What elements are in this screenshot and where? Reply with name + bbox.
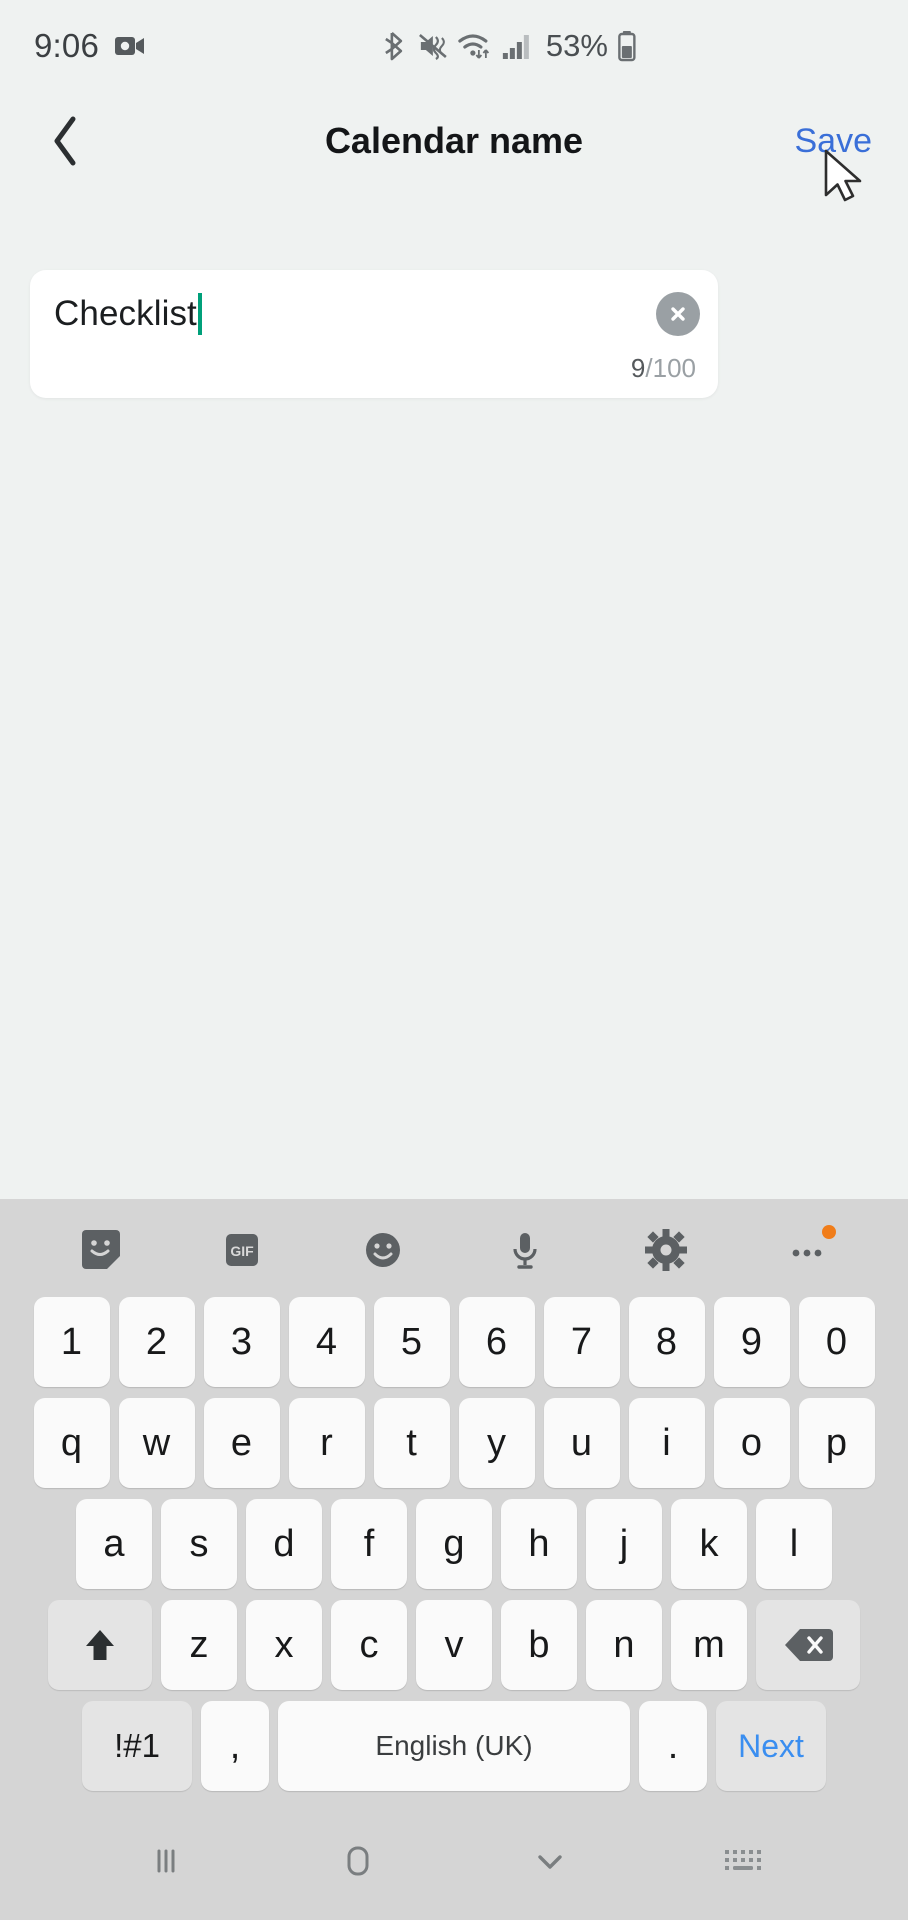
next-key[interactable]: Next [716,1701,826,1791]
wifi-icon [457,31,493,61]
more-options-icon[interactable] [772,1215,842,1285]
video-recorder-icon [115,34,145,58]
save-button[interactable]: Save [793,116,875,167]
key-h[interactable]: h [501,1499,577,1589]
clear-text-button[interactable] [656,292,700,336]
counter-current: 9 [630,353,646,383]
keyboard-row-home: a s d f g h j k l [0,1499,908,1589]
phone-screen: 9:06 53% Calendar name Save Checklist 9/… [0,0,908,1920]
key-g[interactable]: g [416,1499,492,1589]
key-p[interactable]: p [798,1398,875,1488]
keyboard-row-bottom-letters: z x c v b n m [0,1600,908,1690]
battery-percent-label: 53% [545,28,608,63]
key-m[interactable]: m [671,1600,747,1690]
back-button[interactable] [34,109,98,173]
key-q[interactable]: q [33,1398,110,1488]
key-l[interactable]: l [756,1499,832,1589]
status-bar-left: 9:06 [34,27,145,65]
gif-icon[interactable]: GIF [207,1215,277,1285]
content-area: Checklist 9/100 [0,190,908,1199]
period-key[interactable]: . [639,1701,707,1791]
key-5[interactable]: 5 [373,1297,450,1387]
key-n[interactable]: n [586,1600,662,1690]
keyboard-toggle-button[interactable] [702,1821,782,1901]
microphone-icon[interactable] [490,1215,560,1285]
comma-key[interactable]: , [201,1701,269,1791]
key-b[interactable]: b [501,1600,577,1690]
character-counter: 9/100 [631,353,696,384]
clear-text-icon [671,307,685,321]
key-d[interactable]: d [246,1499,322,1589]
key-r[interactable]: r [288,1398,365,1488]
backspace-icon [785,1629,833,1661]
recent-apps-icon [157,1849,175,1873]
shift-key[interactable] [48,1600,152,1690]
bluetooth-icon [383,30,409,62]
svg-text:GIF: GIF [230,1243,254,1259]
key-e[interactable]: e [203,1398,280,1488]
backspace-key[interactable] [756,1600,860,1690]
space-key[interactable]: English (UK) [278,1701,630,1791]
status-bar: 9:06 53% [0,0,908,92]
home-icon [347,1846,369,1876]
key-o[interactable]: o [713,1398,790,1488]
key-t[interactable]: t [373,1398,450,1488]
on-screen-keyboard: GIF 1 2 3 4 5 6 7 8 9 0 q w e r t y u i … [0,1199,908,1802]
keyboard-settings-icon[interactable] [631,1215,701,1285]
key-3[interactable]: 3 [203,1297,280,1387]
mute-vibrate-icon [418,31,448,61]
app-bar: Calendar name Save [0,92,908,190]
keyboard-toolbar: GIF [0,1203,908,1297]
key-u[interactable]: u [543,1398,620,1488]
page-title: Calendar name [324,120,584,161]
calendar-name-input[interactable]: Checklist [54,294,197,334]
key-v[interactable]: v [416,1600,492,1690]
key-1[interactable]: 1 [33,1297,110,1387]
keyboard-row-numbers: 1 2 3 4 5 6 7 8 9 0 [0,1297,908,1387]
text-caret [197,293,202,335]
key-7[interactable]: 7 [543,1297,620,1387]
key-f[interactable]: f [331,1499,407,1589]
key-a[interactable]: a [76,1499,152,1589]
key-4[interactable]: 4 [288,1297,365,1387]
counter-total: /100 [645,353,696,383]
key-2[interactable]: 2 [118,1297,195,1387]
sticker-icon[interactable] [66,1215,136,1285]
dismiss-keyboard-button[interactable] [510,1821,590,1901]
key-c[interactable]: c [331,1600,407,1690]
key-k[interactable]: k [671,1499,747,1589]
keyboard-row-top: q w e r t y u i o p [0,1398,908,1488]
key-8[interactable]: 8 [628,1297,705,1387]
home-button[interactable] [318,1821,398,1901]
symbols-key[interactable]: !#1 [82,1701,192,1791]
cellular-signal-icon [502,32,532,60]
keyboard-row-function: !#1 , English (UK) . Next [0,1701,908,1791]
key-x[interactable]: x [246,1600,322,1690]
key-9[interactable]: 9 [713,1297,790,1387]
field-row: Checklist [54,292,700,336]
key-w[interactable]: w [118,1398,195,1488]
key-z[interactable]: z [161,1600,237,1690]
status-bar-right: 53% [383,28,637,64]
key-i[interactable]: i [628,1398,705,1488]
key-0[interactable]: 0 [798,1297,875,1387]
notification-dot [822,1225,837,1239]
status-clock: 9:06 [34,27,100,64]
battery-icon [617,30,637,62]
dismiss-keyboard-chevron-icon [538,1855,562,1869]
emoji-icon[interactable] [348,1215,418,1285]
shift-arrow-icon [86,1630,114,1660]
system-nav-bar [0,1802,908,1920]
key-6[interactable]: 6 [458,1297,535,1387]
key-y[interactable]: y [458,1398,535,1488]
key-j[interactable]: j [586,1499,662,1589]
calendar-name-field-card[interactable]: Checklist 9/100 [30,270,718,398]
back-chevron-icon [54,116,76,166]
recent-apps-button[interactable] [126,1821,206,1901]
keyboard-toggle-icon [725,1850,761,1870]
key-s[interactable]: s [161,1499,237,1589]
